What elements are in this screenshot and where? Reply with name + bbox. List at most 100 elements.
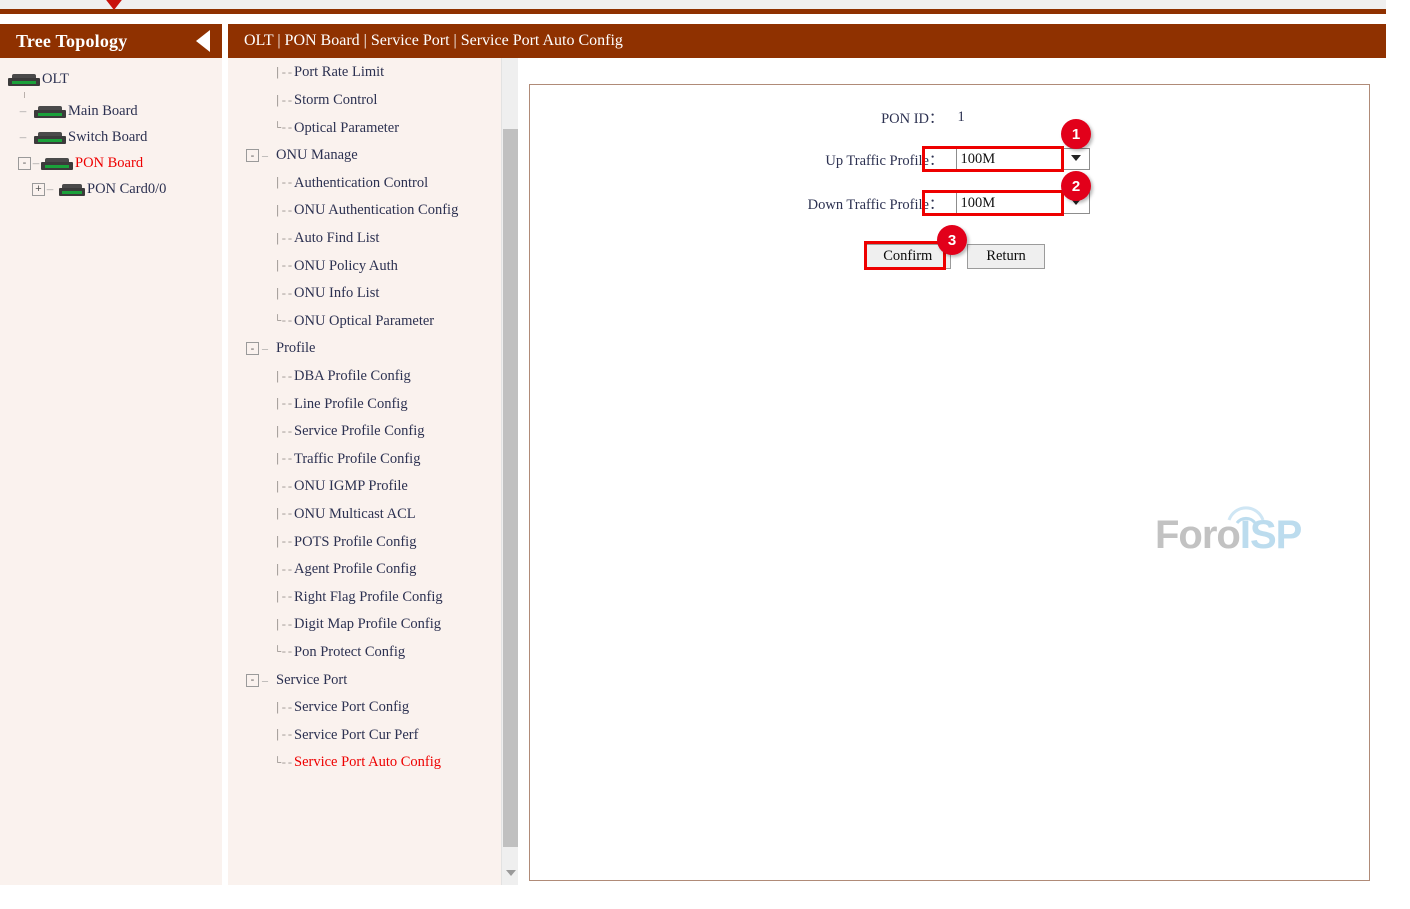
device-icon	[41, 157, 73, 170]
top-grey-strip	[0, 0, 1386, 9]
nav-item-onu-policy-auth[interactable]: |-- ONU Policy Auth	[228, 252, 494, 280]
nav-item-label: POTS Profile Config	[294, 533, 417, 550]
main-content-panel: PON ID： 1 Up Traffic Profile： 100M Down …	[529, 84, 1370, 881]
nav-item-label: Profile	[276, 340, 316, 357]
return-button[interactable]: Return	[967, 244, 1045, 269]
nav-item-label: ONU Optical Parameter	[294, 312, 435, 329]
nav-group-toggle-minus-icon[interactable]: -	[246, 342, 259, 356]
nav-item-service-port-cur-perf[interactable]: |-- Service Port Cur Perf	[228, 721, 494, 749]
nav-tree-connector: |--	[274, 535, 294, 550]
tree-node-label: OLT	[42, 70, 69, 87]
tree-toggle-plus-icon[interactable]: +	[32, 182, 45, 196]
scroll-down-arrow-icon[interactable]	[502, 864, 518, 881]
tree-node-main-board[interactable]: – Main Board	[0, 98, 222, 124]
device-icon	[34, 105, 66, 118]
nav-tree-connector: |--	[274, 700, 294, 715]
top-white-gap	[0, 14, 1386, 20]
nav-item-label: Service Port	[276, 671, 348, 688]
nav-item-onu-authentication-config[interactable]: |-- ONU Authentication Config	[228, 197, 494, 225]
nav-item-service-port-config[interactable]: |-- Service Port Config	[228, 694, 494, 722]
nav-item-label: Line Profile Config	[294, 395, 408, 412]
nav-item-label: Port Rate Limit	[294, 64, 385, 81]
nav-item-pon-protect-config[interactable]: └-- Pon Protect Config	[228, 639, 494, 667]
nav-group-toggle-minus-icon[interactable]: -	[246, 149, 259, 163]
nav-item-label: Authentication Control	[294, 174, 429, 191]
red-down-arrow-icon	[103, 0, 125, 10]
foroisp-watermark: ForoISP	[1155, 506, 1325, 560]
nav-item-traffic-profile-config[interactable]: |-- Traffic Profile Config	[228, 446, 494, 474]
annotation-badge-1: 1	[1061, 119, 1091, 149]
navigation-list-body: |--Port Config|--Port Extend Config|--Po…	[228, 24, 518, 885]
nav-item-dba-profile-config[interactable]: |-- DBA Profile Config	[228, 363, 494, 391]
nav-tree-connector: |--	[274, 507, 294, 522]
nav-tree-connector: └--	[274, 755, 294, 770]
annotation-badge-2: 2	[1061, 171, 1091, 201]
nav-item-line-profile-config[interactable]: |-- Line Profile Config	[228, 390, 494, 418]
nav-item-authentication-control[interactable]: |-- Authentication Control	[228, 170, 494, 198]
nav-item-right-flag-profile-config[interactable]: |-- Right Flag Profile Config	[228, 583, 494, 611]
nav-tree-connector: |--	[274, 617, 294, 632]
nav-scrollbar-thumb[interactable]	[503, 129, 518, 847]
nav-item-pots-profile-config[interactable]: |-- POTS Profile Config	[228, 528, 494, 556]
nav-item-label: ONU Manage	[276, 147, 358, 164]
tree-node-label: Main Board	[68, 102, 138, 119]
nav-item-label: Auto Find List	[294, 230, 380, 247]
nav-item-onu-info-list[interactable]: |-- ONU Info List	[228, 280, 494, 308]
tree-branch-dash: –	[19, 103, 27, 118]
nav-item-onu-multicast-acl[interactable]: |-- ONU Multicast ACL	[228, 501, 494, 529]
nav-item-profile[interactable]: - – Profile	[228, 335, 494, 363]
up-traffic-profile-row: Up Traffic Profile： 100M	[530, 148, 1369, 170]
nav-item-label: Service Port Auto Config	[294, 754, 442, 771]
nav-group-toggle-minus-icon[interactable]: -	[246, 673, 259, 687]
nav-item-label: ONU IGMP Profile	[294, 478, 408, 495]
nav-item-onu-igmp-profile[interactable]: |-- ONU IGMP Profile	[228, 473, 494, 501]
tree-node-switch-board[interactable]: – Switch Board	[0, 124, 222, 150]
tree-node-pon-board[interactable]: - – PON Board	[0, 150, 222, 176]
tree-node-olt[interactable]: OLT	[0, 66, 222, 92]
nav-item-optical-parameter[interactable]: └-- Optical Parameter	[228, 114, 494, 142]
tree-node-label: PON Board	[75, 154, 144, 171]
nav-tree-connector: |--	[274, 479, 294, 494]
nav-tree-connector: |--	[274, 259, 294, 274]
nav-item-label: Optical Parameter	[294, 119, 400, 136]
nav-item-label: Right Flag Profile Config	[294, 588, 443, 605]
tree-node-pon-card[interactable]: + – PON Card0/0	[0, 176, 222, 202]
nav-tree-connector: |--	[274, 452, 294, 467]
nav-scrollbar[interactable]	[501, 24, 518, 885]
nav-tree-connector: |--	[274, 93, 294, 108]
nav-tree-connector: |--	[274, 231, 294, 246]
page-root: Tree Topology OLT – Main Board – Switch …	[0, 0, 1410, 909]
tree-toggle-minus-icon[interactable]: -	[18, 156, 31, 170]
nav-tree-connector: |--	[274, 203, 294, 218]
nav-item-onu-manage[interactable]: - – ONU Manage	[228, 142, 494, 170]
nav-item-label: ONU Multicast ACL	[294, 505, 416, 522]
nav-branch-dash: –	[262, 672, 268, 687]
nav-item-digit-map-profile-config[interactable]: |-- Digit Map Profile Config	[228, 611, 494, 639]
nav-branch-dash: –	[262, 148, 268, 163]
nav-item-agent-profile-config[interactable]: |-- Agent Profile Config	[228, 556, 494, 584]
nav-item-auto-find-list[interactable]: |-- Auto Find List	[228, 225, 494, 253]
nav-item-service-port-auto-config[interactable]: └-- Service Port Auto Config	[228, 749, 494, 777]
nav-tree-connector: └--	[274, 645, 294, 660]
nav-tree-connector: |--	[274, 424, 294, 439]
nav-tree-connector: └--	[274, 314, 294, 329]
breadcrumb: OLT | PON Board | Service Port | Service…	[244, 32, 623, 49]
annotation-badge-3: 3	[937, 225, 967, 255]
wifi-signal-icon	[1227, 506, 1265, 524]
up-traffic-profile-label: Up Traffic Profile：	[825, 152, 944, 169]
navigation-items: |--Port Config|--Port Extend Config|--Po…	[228, 24, 494, 777]
nav-item-service-profile-config[interactable]: |-- Service Profile Config	[228, 418, 494, 446]
nav-branch-dash: –	[262, 341, 268, 356]
nav-item-service-port[interactable]: - – Service Port	[228, 666, 494, 694]
nav-item-label: DBA Profile Config	[294, 368, 411, 385]
nav-tree-connector: └--	[274, 121, 294, 136]
nav-item-port-rate-limit[interactable]: |-- Port Rate Limit	[228, 59, 494, 87]
device-icon	[59, 183, 85, 196]
tree-branch-dash: –	[32, 155, 40, 170]
nav-item-label: ONU Info List	[294, 285, 380, 302]
nav-item-label: Storm Control	[294, 92, 378, 109]
nav-item-onu-optical-parameter[interactable]: └-- ONU Optical Parameter	[228, 308, 494, 336]
nav-item-storm-control[interactable]: |-- Storm Control	[228, 87, 494, 115]
up-traffic-profile-select[interactable]: 100M	[955, 148, 1090, 170]
collapse-left-triangle-icon[interactable]	[196, 30, 210, 52]
